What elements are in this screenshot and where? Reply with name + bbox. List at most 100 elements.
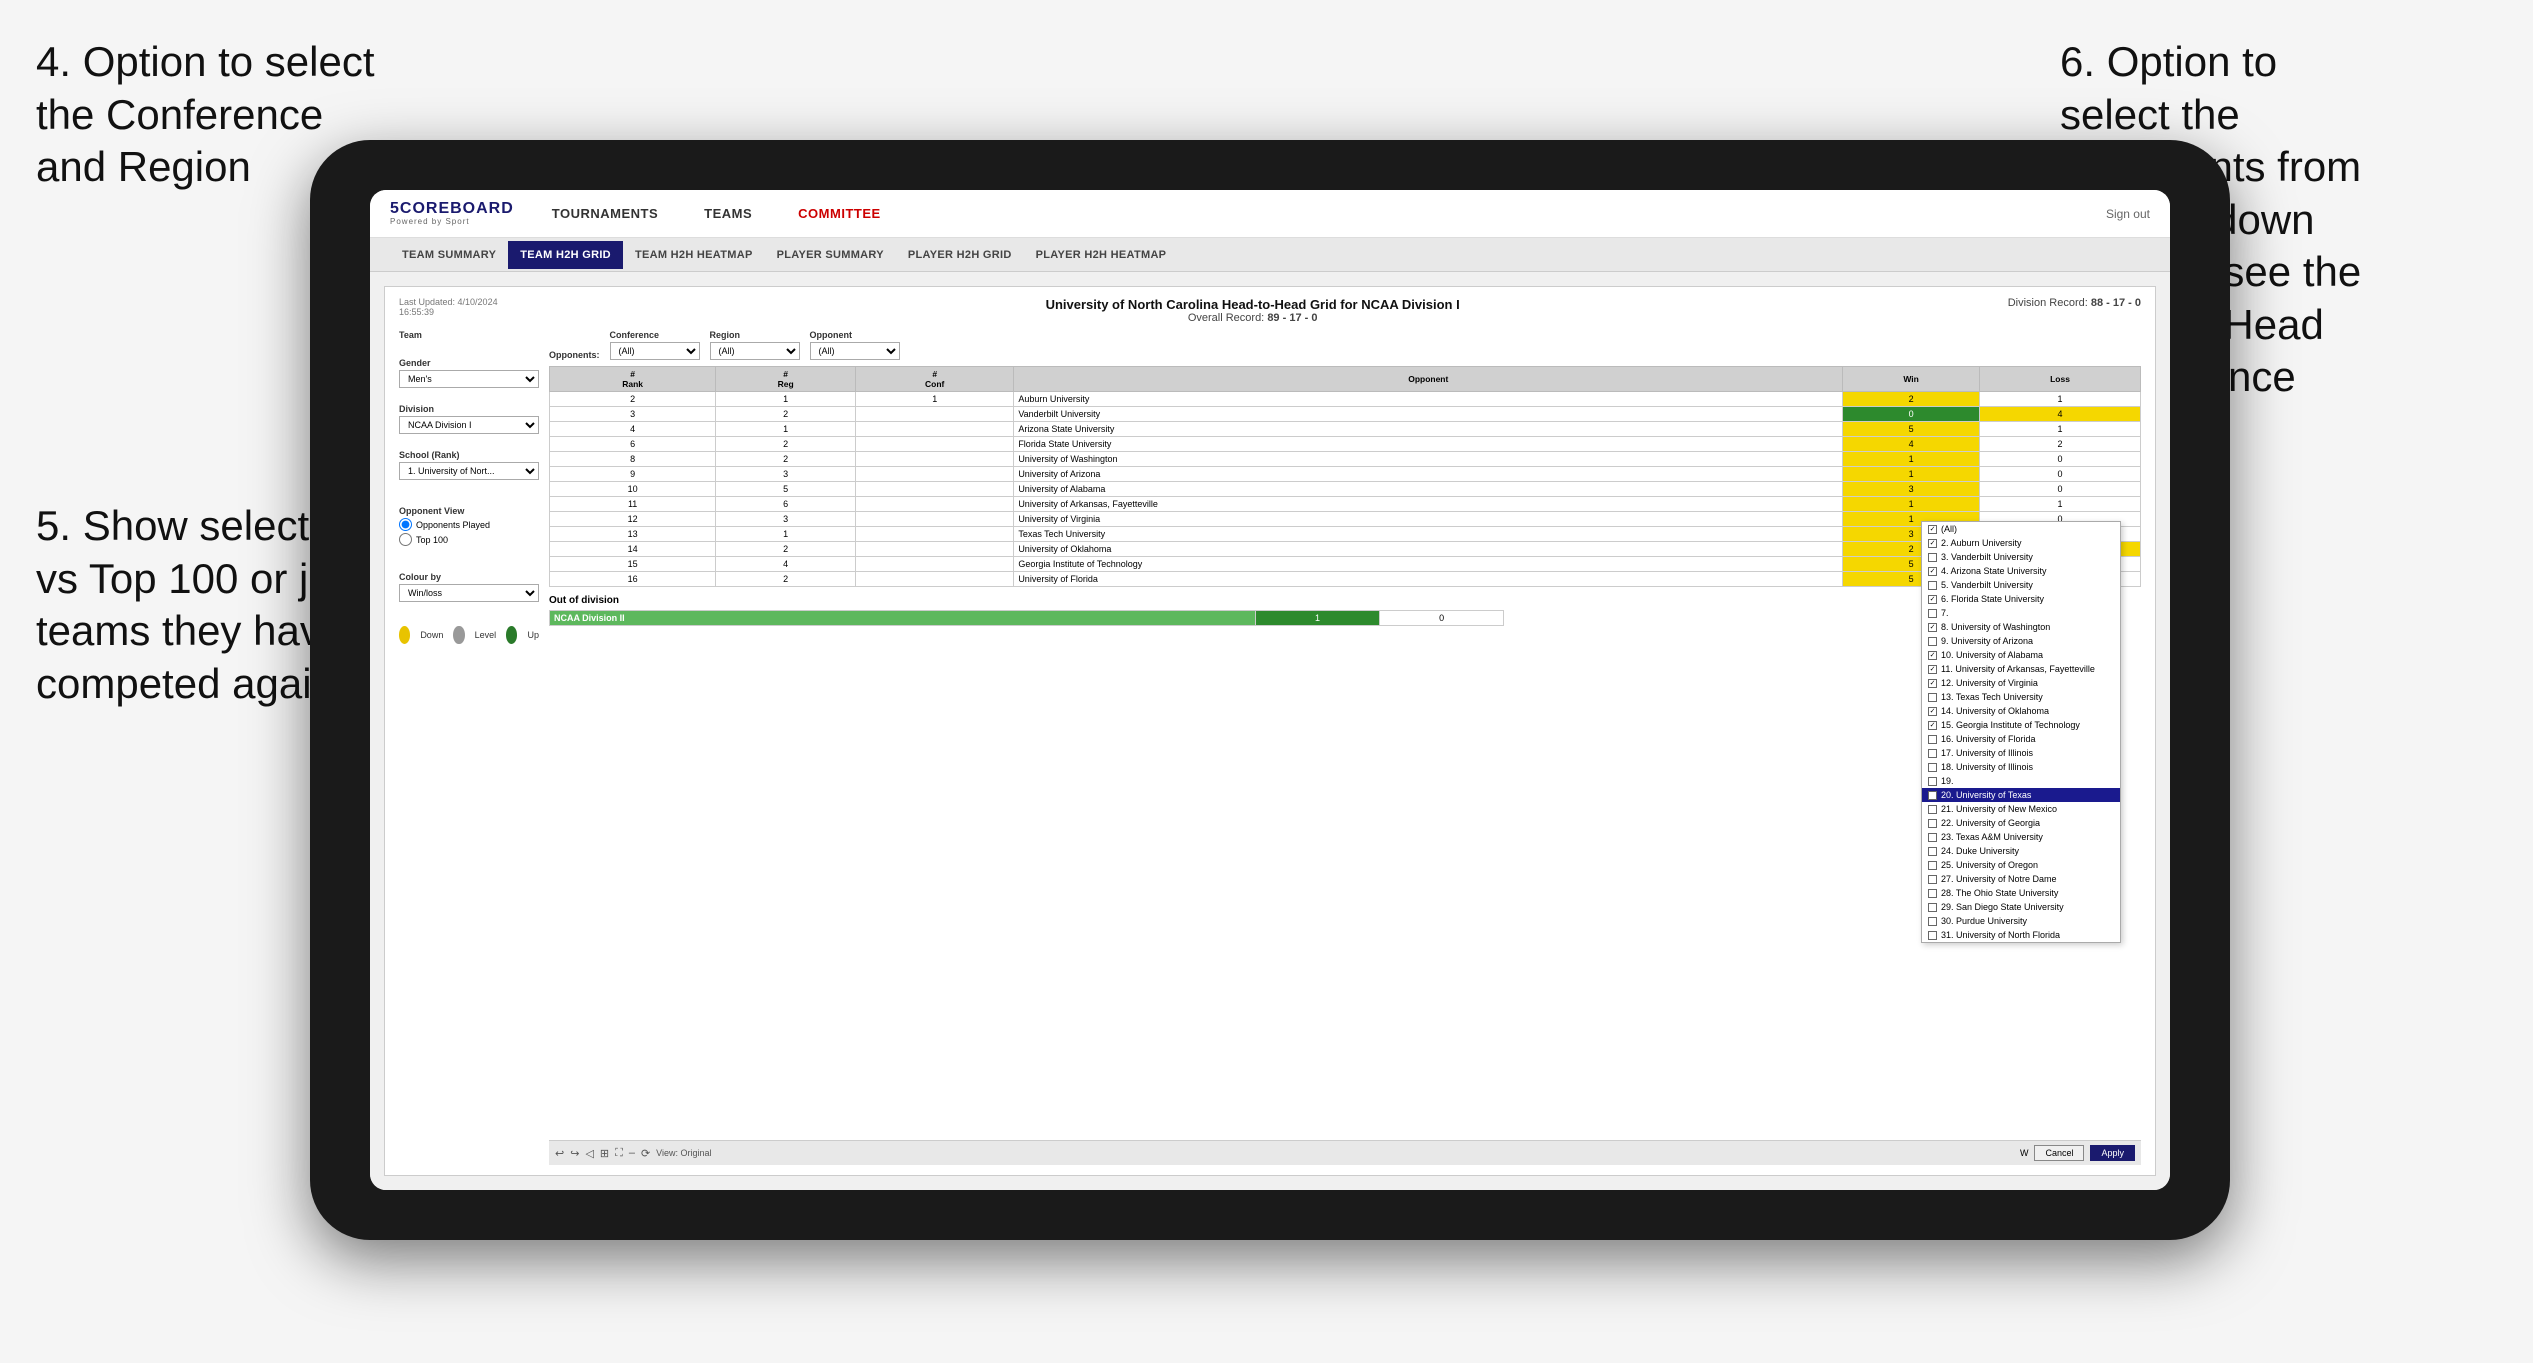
nav-signout[interactable]: Sign out — [2106, 207, 2150, 221]
dropdown-item[interactable]: ✓11. University of Arkansas, Fayettevill… — [1922, 662, 2120, 676]
top-navigation: 5COREBOARD Powered by Sport TOURNAMENTS … — [370, 190, 2170, 238]
radio-top-100[interactable]: Top 100 — [399, 533, 539, 546]
school-select[interactable]: 1. University of Nort... — [399, 462, 539, 480]
nav-tournaments[interactable]: TOURNAMENTS — [544, 202, 666, 225]
out-team-name: NCAA Division II — [550, 611, 1256, 626]
dropdown-item[interactable]: ✓(All) — [1922, 522, 2120, 536]
dropdown-item[interactable]: ✓20. University of Texas — [1922, 788, 2120, 802]
cell-loss: 1 — [1980, 497, 2141, 512]
subnav-player-h2h-heatmap[interactable]: PLAYER H2H HEATMAP — [1024, 241, 1179, 269]
nav-committee[interactable]: COMMITTEE — [790, 202, 889, 225]
opponent-dropdown-panel[interactable]: ✓(All)✓2. Auburn University 3. Vanderbil… — [1921, 521, 2121, 943]
undo-icon[interactable]: ↩ — [555, 1147, 564, 1160]
dropdown-item[interactable]: ✓15. Georgia Institute of Technology — [1922, 718, 2120, 732]
region-select[interactable]: (All) — [710, 342, 800, 360]
radio-opponents-played[interactable]: Opponents Played — [399, 518, 539, 531]
division-select[interactable]: NCAA Division I — [399, 416, 539, 434]
dropdown-item[interactable]: 29. San Diego State University — [1922, 900, 2120, 914]
checkbox-icon — [1928, 805, 1937, 814]
dropdown-item-label: 14. University of Oklahoma — [1941, 706, 2049, 716]
dropdown-item[interactable]: 23. Texas A&M University — [1922, 830, 2120, 844]
checkbox-icon: ✓ — [1928, 679, 1937, 688]
dropdown-item[interactable]: ✓2. Auburn University — [1922, 536, 2120, 550]
refresh-icon[interactable]: ⟳ — [641, 1147, 650, 1160]
dropdown-item-label: 13. Texas Tech University — [1941, 692, 2043, 702]
crop-icon[interactable]: ⛶ — [615, 1147, 623, 1160]
cell-conf — [856, 542, 1014, 557]
dropdown-item[interactable]: 25. University of Oregon — [1922, 858, 2120, 872]
minus-icon[interactable]: – — [629, 1147, 635, 1159]
dropdown-item[interactable]: 30. Purdue University — [1922, 914, 2120, 928]
cell-reg: 3 — [716, 512, 856, 527]
cell-win: 1 — [1843, 452, 1980, 467]
subnav-player-h2h-grid[interactable]: PLAYER H2H GRID — [896, 241, 1024, 269]
col-win: Win — [1843, 367, 1980, 392]
dropdown-item-label: 31. University of North Florida — [1941, 930, 2060, 940]
cell-reg: 2 — [716, 407, 856, 422]
dropdown-item[interactable]: ✓12. University of Virginia — [1922, 676, 2120, 690]
col-reg: #Reg — [716, 367, 856, 392]
subnav-player-summary[interactable]: PLAYER SUMMARY — [765, 241, 896, 269]
dropdown-item[interactable]: 17. University of Illinois — [1922, 746, 2120, 760]
checkbox-icon — [1928, 819, 1937, 828]
gender-label: Gender — [399, 358, 539, 368]
dropdown-item[interactable]: 21. University of New Mexico — [1922, 802, 2120, 816]
col-rank: #Rank — [550, 367, 716, 392]
dropdown-item-label: 23. Texas A&M University — [1941, 832, 2043, 842]
dropdown-item[interactable]: ✓14. University of Oklahoma — [1922, 704, 2120, 718]
cell-reg: 6 — [716, 497, 856, 512]
out-loss: 0 — [1380, 611, 1504, 626]
cancel-button[interactable]: Cancel — [2034, 1145, 2084, 1161]
dropdown-item[interactable]: ✓10. University of Alabama — [1922, 648, 2120, 662]
subnav-team-h2h-heatmap[interactable]: TEAM H2H HEATMAP — [623, 241, 765, 269]
opponent-select[interactable]: (All) — [810, 342, 900, 360]
colour-by-select[interactable]: Win/loss — [399, 584, 539, 602]
cell-opponent: Arizona State University — [1014, 422, 1843, 437]
dropdown-item[interactable]: 16. University of Florida — [1922, 732, 2120, 746]
checkbox-icon — [1928, 609, 1937, 618]
cell-conf — [856, 512, 1014, 527]
dropdown-item[interactable]: ✓6. Florida State University — [1922, 592, 2120, 606]
dropdown-item[interactable]: 28. The Ohio State University — [1922, 886, 2120, 900]
cell-conf: 1 — [856, 392, 1014, 407]
dropdown-item[interactable]: ✓4. Arizona State University — [1922, 564, 2120, 578]
region-label: Region — [710, 330, 800, 340]
dropdown-item-label: 5. Vanderbilt University — [1941, 580, 2033, 590]
dropdown-item[interactable]: 22. University of Georgia — [1922, 816, 2120, 830]
down-label: Down — [420, 630, 443, 640]
dropdown-item[interactable]: 24. Duke University — [1922, 844, 2120, 858]
apply-button[interactable]: Apply — [2090, 1145, 2135, 1161]
back-icon[interactable]: ◁ — [585, 1147, 593, 1160]
dropdown-item[interactable]: 7. — [1922, 606, 2120, 620]
gender-select[interactable]: Men's — [399, 370, 539, 388]
dropdown-item[interactable]: 27. University of Notre Dame — [1922, 872, 2120, 886]
dropdown-item-label: 21. University of New Mexico — [1941, 804, 2057, 814]
checkbox-icon: ✓ — [1928, 721, 1937, 730]
gender-field: Gender Men's — [399, 358, 539, 388]
dropdown-item[interactable]: 18. University of Illinois — [1922, 760, 2120, 774]
dropdown-item[interactable]: 3. Vanderbilt University — [1922, 550, 2120, 564]
left-sidebar: Team Gender Men's Division NCAA Division… — [399, 330, 539, 1165]
cell-rank: 3 — [550, 407, 716, 422]
table-row: NCAA Division II 1 0 — [550, 611, 1504, 626]
nav-teams[interactable]: TEAMS — [696, 202, 760, 225]
dropdown-item[interactable]: 13. Texas Tech University — [1922, 690, 2120, 704]
dropdown-item[interactable]: ✓8. University of Washington — [1922, 620, 2120, 634]
cell-conf — [856, 497, 1014, 512]
cell-rank: 14 — [550, 542, 716, 557]
cell-opponent: University of Washington — [1014, 452, 1843, 467]
table-row: 11 6 University of Arkansas, Fayettevill… — [550, 497, 2141, 512]
tools-icon[interactable]: ⊞ — [600, 1147, 609, 1160]
dropdown-item[interactable]: 31. University of North Florida — [1922, 928, 2120, 942]
checkbox-icon: ✓ — [1928, 539, 1937, 548]
conference-select[interactable]: (All) — [610, 342, 700, 360]
dropdown-item[interactable]: 9. University of Arizona — [1922, 634, 2120, 648]
dropdown-item[interactable]: 5. Vanderbilt University — [1922, 578, 2120, 592]
cell-loss: 4 — [1980, 407, 2141, 422]
subnav-team-h2h-grid[interactable]: TEAM H2H GRID — [508, 241, 623, 269]
cell-opponent: Texas Tech University — [1014, 527, 1843, 542]
checkbox-icon — [1928, 553, 1937, 562]
redo-icon[interactable]: ↪ — [570, 1147, 579, 1160]
dropdown-item[interactable]: 19. — [1922, 774, 2120, 788]
subnav-team-summary[interactable]: TEAM SUMMARY — [390, 241, 508, 269]
